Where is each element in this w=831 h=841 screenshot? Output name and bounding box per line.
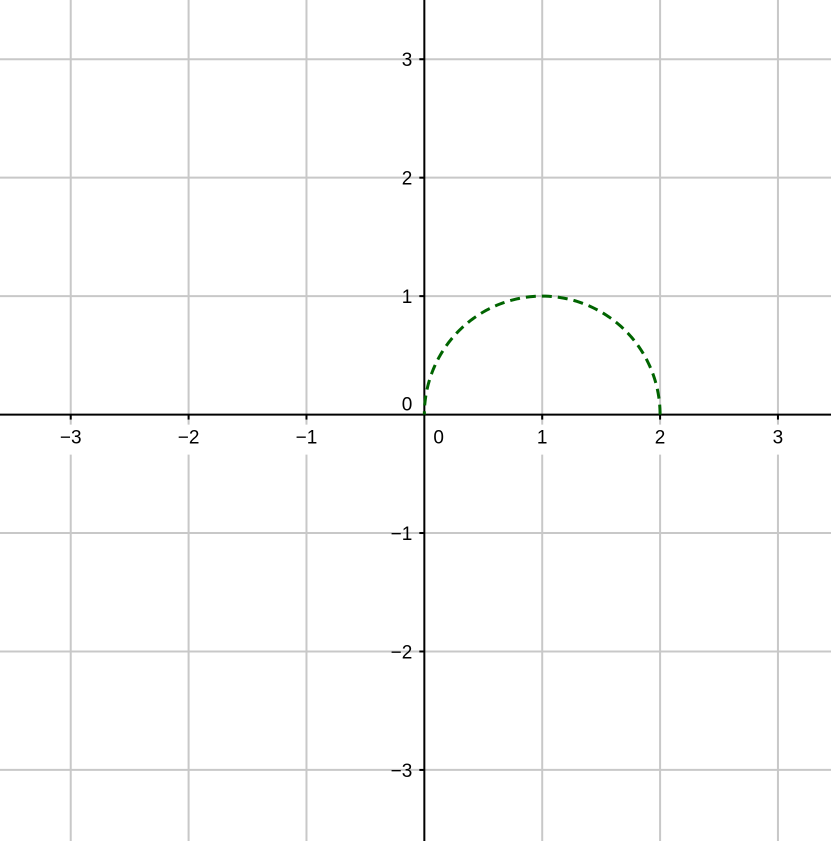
y-tick-label: −3 xyxy=(391,761,413,782)
y-tick-label: −2 xyxy=(391,642,413,663)
y-tick-label: −1 xyxy=(391,524,413,545)
x-tick-label: 3 xyxy=(773,428,784,449)
grid-lines xyxy=(0,0,831,841)
axes xyxy=(0,0,831,841)
coordinate-plane: −3 −2 −1 0 1 2 3 −3 −2 −1 0 1 2 3 xyxy=(0,0,831,841)
x-tick-label: 2 xyxy=(655,428,666,449)
tick-labels: −3 −2 −1 0 1 2 3 −3 −2 −1 0 1 2 3 xyxy=(60,50,783,782)
y-tick-label: 2 xyxy=(402,169,413,190)
x-tick-label: −3 xyxy=(60,428,82,449)
x-tick-label: 0 xyxy=(433,428,444,449)
x-tick-label: −2 xyxy=(178,428,200,449)
x-tick-label: 1 xyxy=(537,428,548,449)
y-tick-label: 1 xyxy=(402,287,413,308)
x-tick-label: −1 xyxy=(296,428,318,449)
y-tick-label: 3 xyxy=(402,50,413,71)
origin-label: 0 xyxy=(402,395,413,416)
